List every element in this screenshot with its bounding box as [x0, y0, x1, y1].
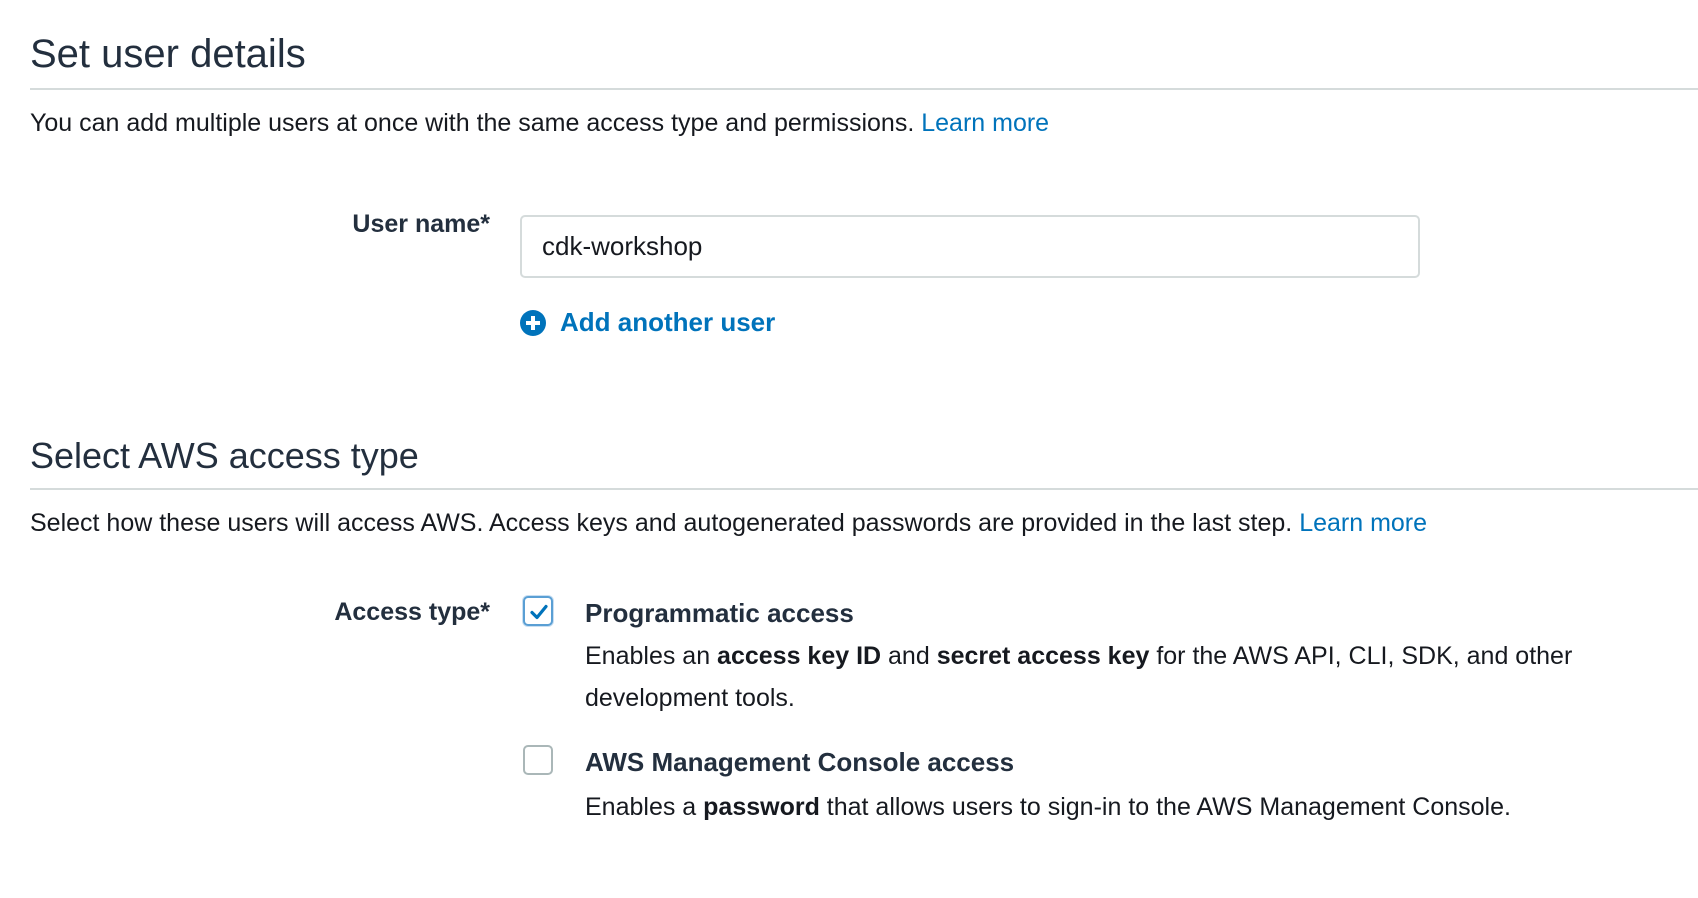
desc-bold-secret-access-key: secret access key: [936, 642, 1150, 670]
section-title-user-details: Set user details: [30, 32, 306, 76]
programmatic-access-checkbox[interactable]: [523, 596, 553, 626]
console-access-title: AWS Management Console access: [585, 747, 1015, 777]
console-access-checkbox[interactable]: [523, 745, 553, 775]
section-title-access-type: Select AWS access type: [30, 435, 419, 476]
add-another-user-label: Add another user: [560, 307, 776, 337]
desc-bold-password: password: [703, 793, 820, 821]
user-details-description: You can add multiple users at once with …: [30, 108, 1698, 138]
section-divider: [30, 88, 1698, 90]
access-type-description-text: Select how these users will access AWS. …: [30, 509, 1293, 537]
desc-text: Enables a: [585, 793, 704, 821]
learn-more-link-access-type[interactable]: Learn more: [1299, 509, 1427, 537]
section-divider: [30, 488, 1698, 490]
user-name-input[interactable]: [520, 215, 1420, 278]
desc-bold-access-key-id: access key ID: [717, 642, 882, 670]
programmatic-access-title: Programmatic access: [585, 598, 854, 628]
desc-text: and: [881, 642, 937, 670]
access-type-section: Select AWS access type Select how these …: [30, 438, 1698, 538]
check-icon: [530, 604, 548, 620]
desc-text: Enables an: [585, 642, 718, 670]
programmatic-access-description: Enables an access key ID and secret acce…: [585, 635, 1625, 719]
user-details-description-text: You can add multiple users at once with …: [30, 109, 915, 137]
user-details-section: Set user details You can add multiple us…: [30, 34, 1698, 138]
access-type-label: Access type*: [334, 598, 490, 626]
user-name-label: User name*: [352, 210, 490, 238]
console-access-description: Enables a password that allows users to …: [585, 786, 1625, 828]
access-type-description: Select how these users will access AWS. …: [30, 508, 1698, 538]
plus-circle-icon: [520, 309, 546, 336]
add-another-user-button[interactable]: Add another user: [520, 307, 775, 338]
desc-text: that allows users to sign-in to the AWS …: [819, 793, 1511, 821]
learn-more-link-user-details[interactable]: Learn more: [921, 109, 1049, 137]
